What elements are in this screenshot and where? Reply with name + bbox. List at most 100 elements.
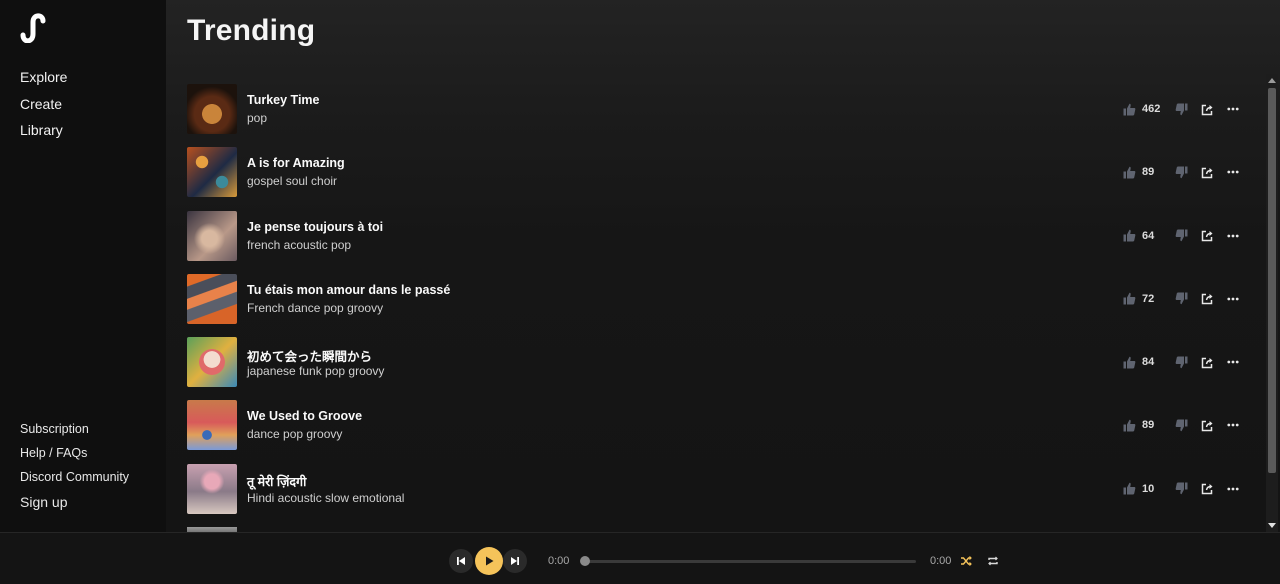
song-row[interactable]: 初めて会った瞬間から japanese funk pop groovy 84	[187, 337, 1253, 400]
share-button[interactable]	[1201, 417, 1214, 433]
thumbs-up-icon	[1123, 356, 1136, 369]
more-horizontal-icon	[1227, 297, 1239, 301]
song-actions: 10	[1123, 481, 1253, 497]
song-cover[interactable]	[187, 273, 237, 324]
more-options-button[interactable]	[1227, 228, 1239, 244]
scroll-up-arrow-icon[interactable]	[1266, 74, 1278, 86]
song-genre[interactable]: gospel soul choir	[247, 174, 337, 188]
song-row[interactable]: A is for Amazing gospel soul choir 89	[187, 147, 1253, 210]
shuffle-button[interactable]	[959, 554, 973, 568]
nav-item-library[interactable]: Library	[20, 120, 67, 147]
song-row[interactable]: We Used to Groove dance pop groovy 89	[187, 400, 1253, 463]
song-genre[interactable]: pop	[247, 111, 267, 125]
player-bar: 0:00 0:00	[0, 532, 1280, 584]
discord-community-link[interactable]: Discord Community	[20, 469, 129, 493]
song-title[interactable]: Je pense toujours à toi	[247, 220, 383, 234]
play-button[interactable]	[475, 547, 503, 575]
more-horizontal-icon	[1227, 424, 1239, 427]
logo-icon[interactable]	[19, 13, 47, 43]
dislike-button[interactable]	[1175, 291, 1188, 307]
song-genre[interactable]: French dance pop groovy	[247, 301, 383, 315]
song-actions: 64	[1123, 228, 1253, 244]
song-cover[interactable]	[187, 147, 237, 198]
song-title[interactable]: तू मेरी ज़िंदगी	[247, 473, 306, 490]
thumbs-down-icon	[1175, 292, 1188, 305]
shuffle-icon	[961, 556, 972, 566]
share-icon	[1201, 484, 1213, 495]
more-options-button[interactable]	[1227, 101, 1239, 117]
share-button[interactable]	[1201, 228, 1214, 244]
like-button[interactable]: 10	[1123, 481, 1154, 497]
thumbs-down-icon	[1175, 482, 1188, 495]
song-genre[interactable]: french acoustic pop	[247, 238, 351, 252]
like-button[interactable]: 64	[1123, 228, 1154, 244]
repeat-icon	[988, 556, 998, 566]
thumbs-down-icon	[1175, 166, 1188, 178]
thumbs-up-icon	[1123, 166, 1136, 179]
song-actions: 72	[1123, 291, 1253, 307]
dislike-button[interactable]	[1175, 481, 1188, 497]
dislike-button[interactable]	[1175, 354, 1188, 370]
share-button[interactable]	[1201, 164, 1214, 180]
app: Explore Create Library Subscription Help…	[0, 0, 1280, 584]
song-cover[interactable]	[187, 210, 237, 261]
song-title[interactable]: We Used to Groove	[247, 409, 362, 423]
song-title[interactable]: 初めて会った瞬間から	[247, 346, 372, 365]
next-button[interactable]	[503, 549, 527, 573]
song-genre[interactable]: dance pop groovy	[247, 427, 342, 441]
previous-button[interactable]	[449, 549, 473, 573]
song-actions: 84	[1123, 354, 1253, 370]
more-options-button[interactable]	[1227, 481, 1239, 497]
more-options-button[interactable]	[1227, 164, 1239, 180]
song-actions: 89	[1123, 164, 1253, 180]
progress-knob[interactable]	[580, 556, 590, 566]
like-count: 64	[1142, 229, 1155, 242]
share-button[interactable]	[1201, 291, 1214, 307]
share-icon	[1201, 294, 1213, 305]
dislike-button[interactable]	[1175, 417, 1188, 433]
more-horizontal-icon	[1227, 234, 1239, 237]
thumbs-up-icon	[1123, 483, 1136, 495]
scroll-down-arrow-icon[interactable]	[1266, 520, 1278, 532]
song-row[interactable]: Turkey Time pop 462	[187, 84, 1253, 147]
more-options-button[interactable]	[1227, 417, 1239, 433]
song-cover[interactable]	[187, 337, 237, 388]
thumbs-down-icon	[1175, 103, 1188, 115]
share-button[interactable]	[1201, 101, 1214, 117]
song-title[interactable]: Tu étais mon amour dans le passé	[247, 283, 450, 297]
share-icon	[1201, 420, 1213, 432]
dislike-button[interactable]	[1175, 228, 1188, 244]
song-title[interactable]: Turkey Time	[247, 93, 320, 107]
sign-up-link[interactable]: Sign up	[20, 494, 129, 518]
share-button[interactable]	[1201, 354, 1214, 370]
like-button[interactable]: 89	[1123, 164, 1154, 180]
dislike-button[interactable]	[1175, 101, 1188, 117]
song-cover[interactable]	[187, 463, 237, 514]
main-content: Trending Turkey Time pop 462 A is for Am…	[166, 0, 1280, 532]
song-row[interactable]: Je pense toujours à toi french acoustic …	[187, 210, 1253, 274]
like-button[interactable]: 84	[1123, 354, 1154, 370]
song-genre[interactable]: japanese funk pop groovy	[247, 364, 384, 378]
progress-bar[interactable]	[582, 560, 916, 563]
song-cover[interactable]	[187, 84, 237, 134]
share-icon	[1201, 167, 1213, 179]
song-title[interactable]: A is for Amazing	[247, 156, 345, 170]
help-faqs-link[interactable]: Help / FAQs	[20, 445, 129, 469]
song-genre[interactable]: Hindi acoustic slow emotional	[247, 491, 404, 505]
nav-item-explore[interactable]: Explore	[20, 67, 67, 94]
scrollbar-thumb[interactable]	[1268, 88, 1276, 473]
share-button[interactable]	[1201, 481, 1214, 497]
like-button[interactable]: 89	[1123, 417, 1154, 433]
subscription-link[interactable]: Subscription	[20, 421, 129, 445]
nav-item-create[interactable]: Create	[20, 94, 67, 121]
song-row[interactable]: तू मेरी ज़िंदगी Hindi acoustic slow emot…	[187, 463, 1253, 527]
song-row[interactable]: Tu étais mon amour dans le passé French …	[187, 273, 1253, 337]
dislike-button[interactable]	[1175, 164, 1188, 180]
song-cover[interactable]	[187, 400, 237, 451]
like-button[interactable]: 72	[1123, 291, 1154, 307]
like-button[interactable]: 462	[1123, 101, 1160, 117]
repeat-button[interactable]	[986, 554, 1000, 568]
more-options-button[interactable]	[1227, 291, 1239, 307]
more-options-button[interactable]	[1227, 354, 1239, 370]
scrollbar[interactable]	[1266, 74, 1278, 532]
